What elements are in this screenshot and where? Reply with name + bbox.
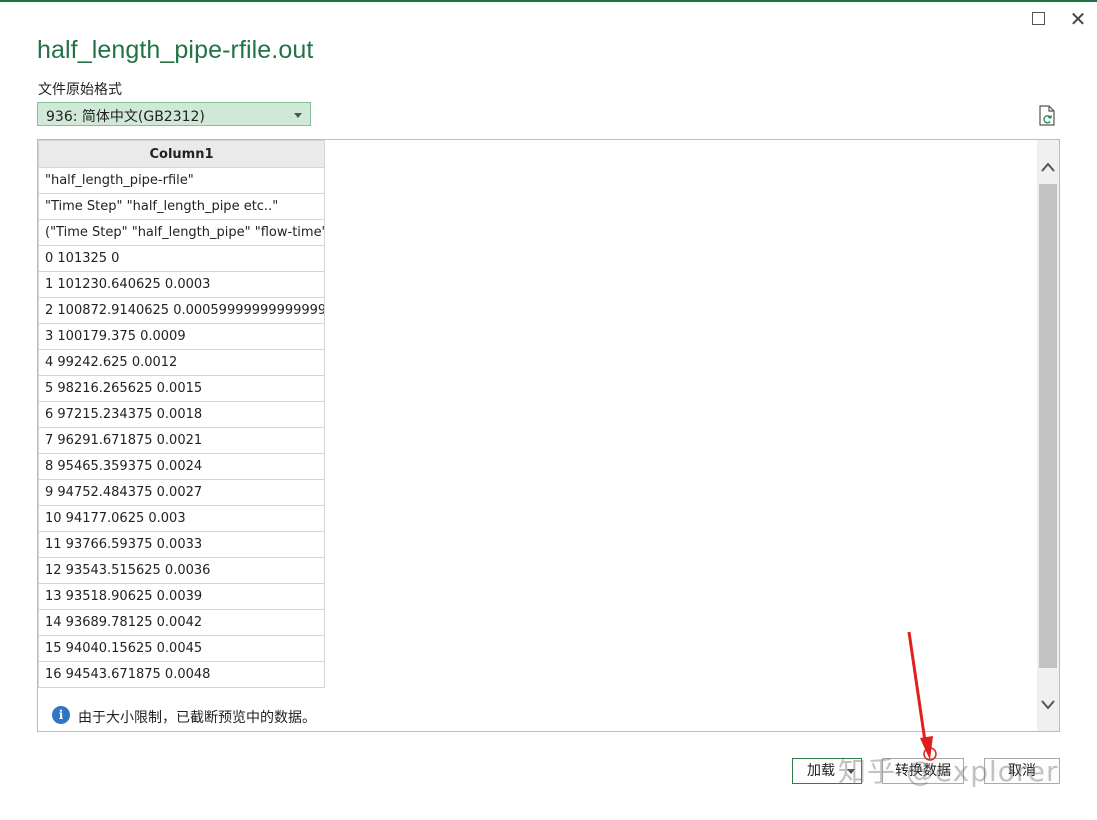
table-cell[interactable]: 10 94177.0625 0.003: [38, 505, 325, 532]
dropdown-caret-icon: [294, 113, 302, 118]
table-cell[interactable]: 11 93766.59375 0.0033: [38, 531, 325, 558]
transform-data-button[interactable]: 转换数据: [882, 758, 964, 784]
table-row: 6 97215.234375 0.0018: [38, 401, 325, 428]
table-cell[interactable]: ("Time Step" "half_length_pipe" "flow-ti…: [38, 219, 325, 246]
table-row: 9 94752.484375 0.0027: [38, 479, 325, 506]
table-row: 16 94543.671875 0.0048: [38, 661, 325, 688]
chevron-up-icon: [1041, 162, 1055, 172]
table-cell[interactable]: "Time Step" "half_length_pipe etc..": [38, 193, 325, 220]
cancel-button[interactable]: 取消: [984, 758, 1060, 784]
close-icon: ✕: [1069, 7, 1087, 31]
file-origin-value: 936: 简体中文(GB2312): [46, 109, 205, 125]
table-cell[interactable]: 15 94040.15625 0.0045: [38, 635, 325, 662]
preview-table: Column1 "half_length_pipe-rfile" "Time St…: [38, 140, 325, 688]
file-origin-dropdown[interactable]: 936: 简体中文(GB2312): [37, 102, 311, 126]
table-cell[interactable]: 3 100179.375 0.0009: [38, 323, 325, 350]
table-cell[interactable]: 13 93518.90625 0.0039: [38, 583, 325, 610]
table-row: ("Time Step" "half_length_pipe" "flow-ti…: [38, 219, 325, 246]
table-cell[interactable]: 5 98216.265625 0.0015: [38, 375, 325, 402]
column-header[interactable]: Column1: [38, 140, 325, 168]
table-row: 13 93518.90625 0.0039: [38, 583, 325, 610]
table-row: 7 96291.671875 0.0021: [38, 427, 325, 454]
table-cell[interactable]: 2 100872.9140625 0.00059999999999999999: [38, 297, 325, 324]
table-cell[interactable]: 12 93543.515625 0.0036: [38, 557, 325, 584]
table-row: 1 101230.640625 0.0003: [38, 271, 325, 298]
table-row: 0 101325 0: [38, 245, 325, 272]
load-options-caret-icon[interactable]: [847, 769, 855, 774]
truncation-message: 由于大小限制，已截断预览中的数据。: [78, 710, 316, 726]
table-row: 11 93766.59375 0.0033: [38, 531, 325, 558]
refresh-file-icon[interactable]: [1037, 105, 1057, 127]
load-button-label: 加载: [807, 763, 835, 779]
dialog-title: half_length_pipe-rfile.out: [37, 36, 314, 64]
table-cell[interactable]: 1 101230.640625 0.0003: [38, 271, 325, 298]
file-origin-label: 文件原始格式: [38, 82, 122, 98]
cancel-label: 取消: [1008, 763, 1036, 779]
table-cell[interactable]: 9 94752.484375 0.0027: [38, 479, 325, 506]
scrollbar-thumb[interactable]: [1039, 184, 1057, 668]
table-cell[interactable]: 4 99242.625 0.0012: [38, 349, 325, 376]
table-cell[interactable]: 0 101325 0: [38, 245, 325, 272]
table-cell[interactable]: 7 96291.671875 0.0021: [38, 427, 325, 454]
maximize-button[interactable]: [1027, 8, 1049, 30]
table-row: 2 100872.9140625 0.00059999999999999999: [38, 297, 325, 324]
table-row: 5 98216.265625 0.0015: [38, 375, 325, 402]
table-row: "Time Step" "half_length_pipe etc..": [38, 193, 325, 220]
table-row: 8 95465.359375 0.0024: [38, 453, 325, 480]
table-row: 4 99242.625 0.0012: [38, 349, 325, 376]
table-row: 15 94040.15625 0.0045: [38, 635, 325, 662]
table-row: 12 93543.515625 0.0036: [38, 557, 325, 584]
table-cell[interactable]: 8 95465.359375 0.0024: [38, 453, 325, 480]
table-cell[interactable]: 6 97215.234375 0.0018: [38, 401, 325, 428]
scroll-down-button[interactable]: [1037, 685, 1059, 723]
info-icon: i: [52, 706, 70, 724]
table-row: 10 94177.0625 0.003: [38, 505, 325, 532]
scroll-up-button[interactable]: [1037, 148, 1059, 186]
transform-data-label: 转换数据: [895, 763, 951, 779]
table-row: 3 100179.375 0.0009: [38, 323, 325, 350]
data-preview-pane: Column1 "half_length_pipe-rfile" "Time St…: [37, 139, 1060, 732]
chevron-down-icon: [1041, 700, 1055, 710]
table-row: 14 93689.78125 0.0042: [38, 609, 325, 636]
table-cell[interactable]: 14 93689.78125 0.0042: [38, 609, 325, 636]
table-cell[interactable]: "half_length_pipe-rfile": [38, 167, 325, 194]
table-row: "half_length_pipe-rfile": [38, 167, 325, 194]
vertical-scrollbar[interactable]: [1037, 140, 1059, 731]
table-cell[interactable]: 16 94543.671875 0.0048: [38, 661, 325, 688]
maximize-icon: [1031, 12, 1045, 25]
window-top-border: [0, 0, 1097, 2]
close-button[interactable]: ✕: [1067, 8, 1089, 30]
load-button[interactable]: 加载: [792, 758, 862, 784]
